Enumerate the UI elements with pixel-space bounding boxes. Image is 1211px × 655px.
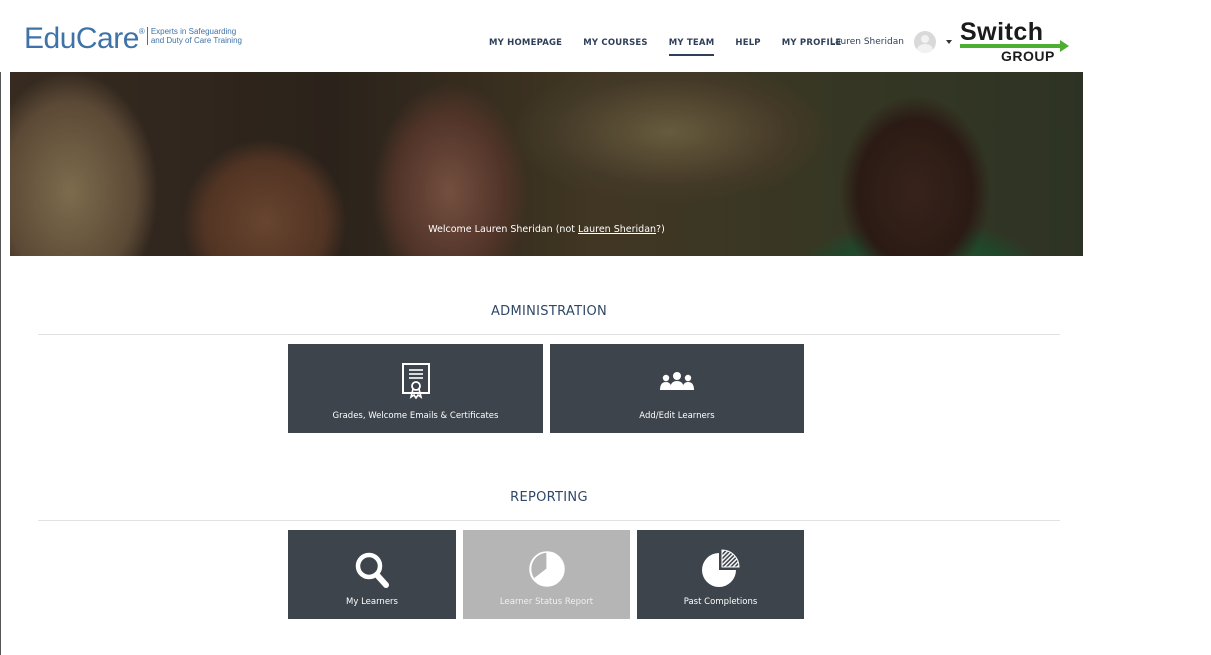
nav-help[interactable]: HELP (735, 35, 760, 56)
past-completions-tile[interactable]: Past Completions (637, 530, 804, 619)
switch-logo-word: Switch (960, 18, 1044, 46)
pie-chart-icon (528, 551, 565, 587)
logo-tagline-line2: and Duty of Care Training (150, 36, 242, 45)
hero-banner: Welcome Lauren Sheridan (not Lauren Sher… (10, 72, 1083, 256)
add-edit-learners-tile[interactable]: Add/Edit Learners (550, 344, 804, 433)
pie-chart-hatched-icon (701, 549, 740, 587)
tile-label: My Learners (346, 597, 398, 607)
chevron-down-icon (945, 40, 952, 44)
welcome-suffix: ?) (656, 224, 665, 235)
logo-wordmark: EduCare (24, 22, 139, 55)
certificate-icon (401, 363, 430, 399)
tile-label: Add/Edit Learners (639, 411, 715, 421)
tile-label: Past Completions (683, 597, 758, 607)
educare-logo[interactable]: EduCare ® Experts in Safeguarding and Du… (24, 24, 242, 54)
avatar-icon (913, 31, 936, 53)
administration-heading: ADMINISTRATION (490, 304, 608, 319)
logo-tagline-line1: Experts in Safeguarding (150, 27, 237, 36)
nav-my-team[interactable]: MY TEAM (668, 35, 715, 56)
grades-emails-certificates-tile[interactable]: Grades, Welcome Emails & Certificates (288, 344, 543, 433)
main-nav: MY HOMEPAGE MY COURSES MY TEAM HELP MY P… (489, 35, 863, 56)
administration-divider (38, 334, 1060, 335)
reporting-divider (38, 520, 1060, 521)
reporting-heading: REPORTING (510, 490, 588, 505)
tile-label: Grades, Welcome Emails & Certificates (332, 411, 499, 421)
welcome-prefix: Welcome Lauren Sheridan (not (428, 224, 578, 235)
my-learners-tile[interactable]: My Learners (288, 530, 456, 619)
site-header: EduCare ® Experts in Safeguarding and Du… (0, 0, 1211, 72)
logo-registered-mark: ® (138, 27, 145, 36)
nav-my-courses[interactable]: MY COURSES (583, 35, 648, 56)
switch-logo-arrow-icon (1060, 40, 1069, 52)
search-icon (355, 552, 389, 588)
switch-logo-sub: GROUP (1001, 48, 1055, 64)
learner-status-report-tile[interactable]: Learner Status Report (463, 530, 630, 619)
nav-my-homepage[interactable]: MY HOMEPAGE (489, 35, 562, 56)
tile-label: Learner Status Report (499, 597, 594, 607)
not-user-link[interactable]: Lauren Sheridan (578, 224, 656, 235)
user-menu[interactable]: Lauren Sheridan (830, 31, 952, 53)
users-icon (660, 372, 694, 390)
user-name: Lauren Sheridan (830, 37, 904, 47)
welcome-message: Welcome Lauren Sheridan (not Lauren Sher… (10, 224, 1083, 235)
logo-tagline: Experts in Safeguarding and Duty of Care… (146, 27, 242, 45)
switch-group-logo: Switch GROUP (960, 18, 1072, 64)
